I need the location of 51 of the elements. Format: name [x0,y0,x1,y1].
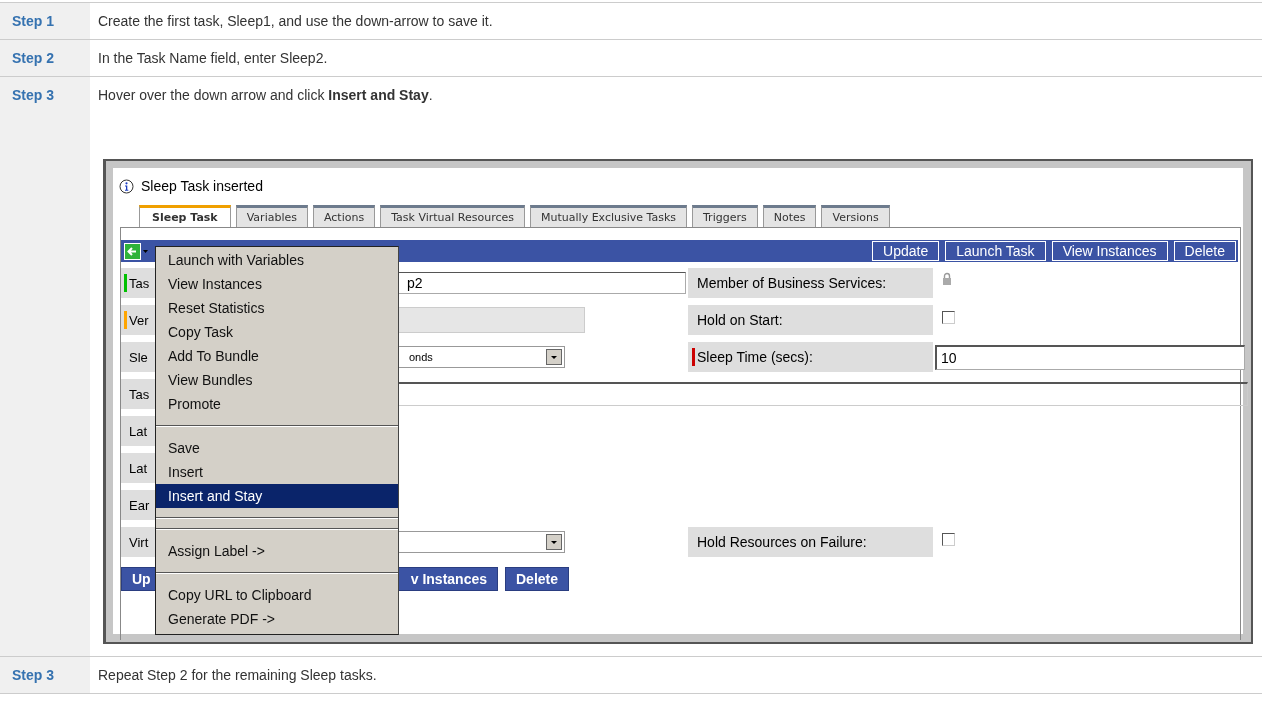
field-label: Lat [129,460,148,476]
field-label: Virt [129,534,149,550]
menu-item[interactable]: Launch with Variables [156,248,398,272]
field-label: Hold on Start: [697,312,783,328]
menu-item[interactable]: Promote [156,392,398,416]
tab[interactable]: Triggers [692,205,758,227]
tab[interactable]: Mutually Exclusive Tasks [530,205,687,227]
field-label: Sle [129,349,148,365]
step-label: Step 3 [0,77,90,656]
status-message: Sleep Task inserted [141,178,263,194]
menu-item[interactable]: Insert and Stay [156,484,398,508]
info-icon [119,178,134,194]
field-label: Sleep Time (secs): [697,349,813,365]
checkbox[interactable] [942,532,955,546]
step-label: Step 2 [0,40,90,76]
tab[interactable]: Task Virtual Resources [380,205,526,227]
toolbar-button[interactable]: Launch Task [945,241,1046,261]
field-label: Member of Business Services: [697,275,887,291]
menu-item[interactable]: Insert [156,460,398,484]
menu-item[interactable]: Copy Task [156,320,398,344]
field-label: Hold Resources on Failure: [697,534,867,550]
toolbar-button[interactable]: Delete [1173,241,1236,261]
menu-item[interactable]: Generate PDF -> [156,607,398,631]
menu-item[interactable]: View Bundles [156,368,398,392]
menu-item[interactable]: Reset Statistics [156,296,398,320]
step-instruction: Repeat Step 2 for the remaining Sleep tasks. [98,667,377,683]
tab[interactable]: Actions [313,205,376,227]
field-label: Ver [129,312,149,328]
menu-item[interactable]: Save [156,436,398,460]
tab[interactable]: Sleep Task [139,205,231,227]
toolbar-button[interactable]: View Instances [1051,241,1168,261]
action-button[interactable]: Delete [505,567,570,591]
tab[interactable]: Notes [762,205,817,227]
step-instruction: Hover over the down arrow and click Insert and Stay. [98,87,433,103]
field-label: Ear [129,497,150,513]
field-label: Tas [129,386,150,402]
step-label: Step 3 [0,657,90,693]
tab[interactable]: Versions [821,205,890,227]
tab[interactable]: Variables [235,205,308,227]
checkbox[interactable] [942,310,955,324]
toolbar-button[interactable]: Update [872,241,940,261]
step-instruction: In the Task Name field, enter Sleep2. [98,50,328,66]
field-label: Lat [129,423,148,439]
step-label: Step 1 [0,3,90,39]
step-instruction: Create the first task, Sleep1, and use the down-arrow to save it. [98,13,493,29]
sleep-time-field[interactable]: 10 [935,344,1245,370]
lock-icon [942,271,952,285]
field-label: Tas [129,275,150,291]
menu-item[interactable]: Copy URL to Clipboard [156,583,398,607]
menu-item[interactable]: Assign Label -> [156,539,398,563]
back-arrow-icon[interactable] [124,242,150,260]
